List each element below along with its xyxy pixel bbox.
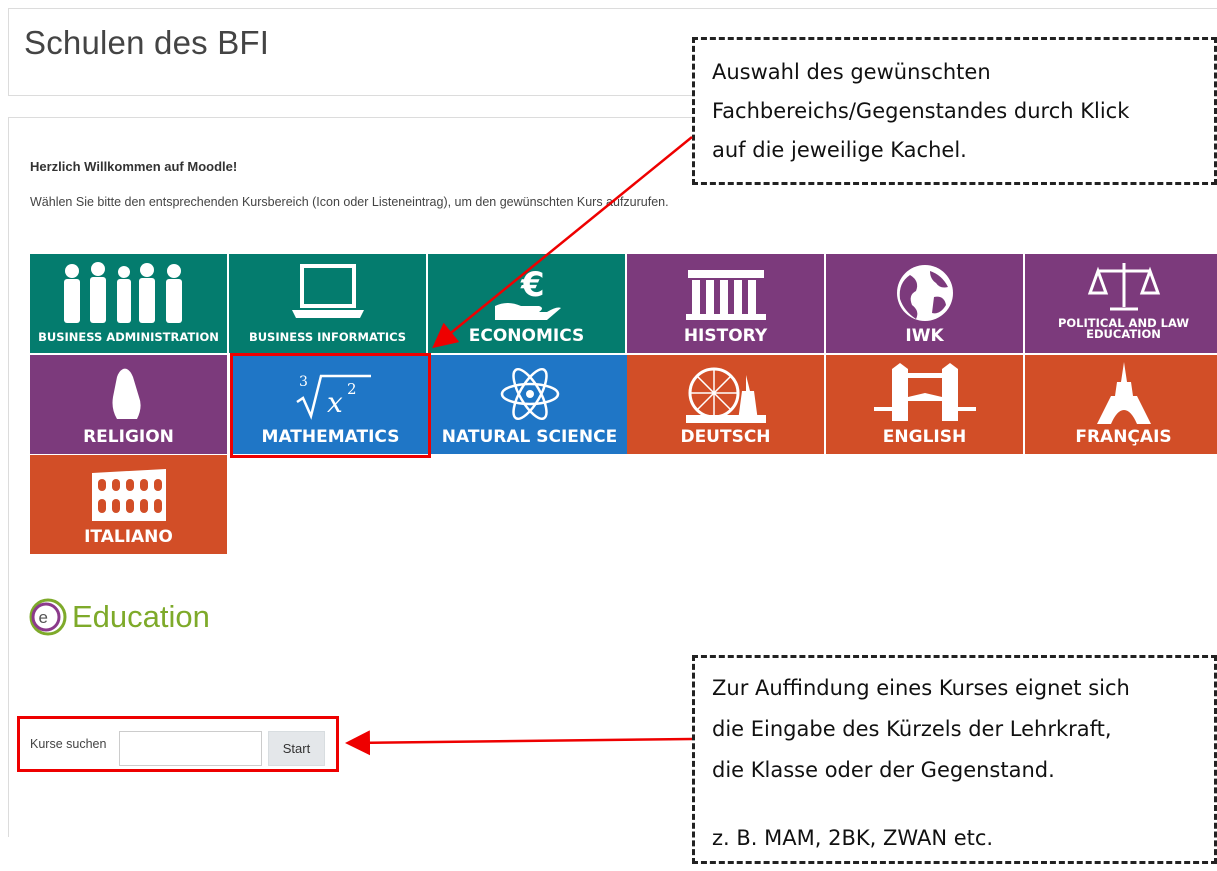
annotation-arrows (345, 136, 693, 756)
arrow-to-tiles (432, 136, 693, 349)
arrow-to-search (345, 730, 693, 756)
